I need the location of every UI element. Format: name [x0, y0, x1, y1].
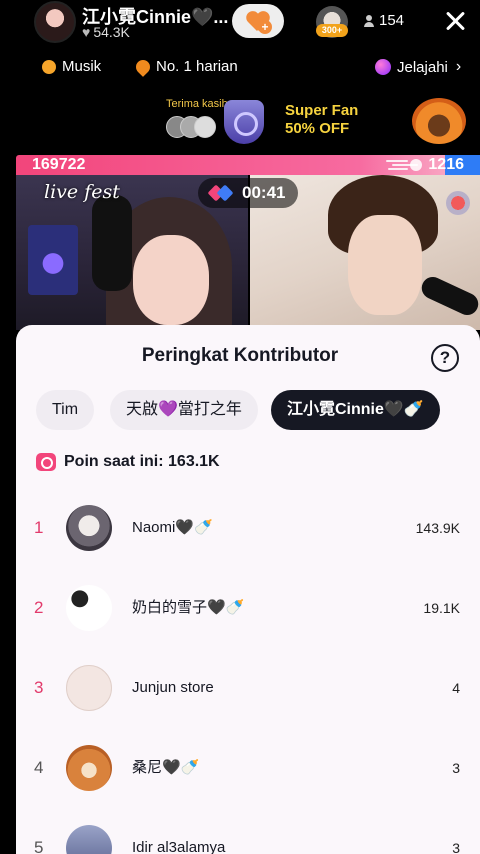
promo-subtitle: 50% OFF — [285, 120, 350, 137]
list-item[interactable]: 2 奶白的雪子🖤🍼 19.1K — [16, 585, 480, 645]
current-points: Poin saat ini: 163.1K — [36, 453, 220, 471]
contributor-score: 143.9K — [415, 520, 460, 536]
battle-icon — [210, 185, 234, 201]
help-icon[interactable]: ? — [431, 344, 459, 372]
tab-opponent[interactable]: 天啟💜當打之年 — [110, 390, 258, 430]
alarm-clock-icon — [36, 453, 56, 471]
rank-number: 2 — [34, 598, 44, 617]
avatar[interactable] — [66, 745, 112, 791]
promo-title: Super Fan — [285, 102, 359, 119]
live-fest-overlay: live fest — [44, 181, 120, 203]
host-likes: ♥ 54.3K — [82, 24, 130, 40]
category-chips: Musik No. 1 harian Jelajahi › — [0, 56, 480, 82]
contributor-score: 4 — [452, 680, 460, 696]
avatar[interactable] — [66, 825, 112, 854]
contributor-name[interactable]: Junjun store — [132, 665, 214, 711]
avatar[interactable] — [66, 665, 112, 711]
live-header: 江小霓Cinnie🖤... ♥ 54.3K + 300+ 154 — [0, 0, 480, 46]
promo-avatars — [166, 116, 216, 138]
avatar[interactable] — [66, 585, 112, 631]
rank-number: 5 — [34, 838, 44, 854]
list-item[interactable]: 1 Naomi🖤🍼 143.9K — [16, 505, 480, 565]
chip-music-label: Musik — [62, 58, 102, 75]
viewer-count-value: 154 — [379, 12, 405, 29]
person-icon — [364, 14, 374, 27]
microphone-image — [418, 273, 480, 319]
list-item[interactable]: 5 Idir al3alamya 3 — [16, 825, 480, 854]
planet-icon — [375, 59, 391, 75]
sheet-title: Peringkat Kontributor — [141, 345, 339, 366]
top-gifter-badge: 300+ — [316, 24, 348, 37]
host-face — [133, 235, 209, 325]
opponent-badge-icon[interactable] — [446, 191, 470, 215]
poster-image — [28, 225, 78, 295]
battle-timer-value: 00:41 — [242, 183, 286, 202]
chip-explore[interactable]: Jelajahi › — [375, 58, 461, 76]
tab-host[interactable]: 江小霓Cinnie🖤🍼 — [271, 390, 440, 430]
promo-thanks: Terima kasih — [166, 98, 228, 110]
contributor-tabs: Tim 天啟💜當打之年 江小霓Cinnie🖤🍼 — [16, 390, 480, 430]
viewer-count[interactable]: 154 — [364, 12, 404, 29]
opponent-face — [348, 215, 422, 315]
contributor-score: 3 — [452, 760, 460, 776]
rank-number: 3 — [34, 678, 44, 697]
music-icon — [42, 59, 56, 74]
rank-number: 1 — [34, 518, 44, 537]
spark-icon — [386, 158, 426, 172]
chip-explore-label: Jelajahi — [397, 58, 448, 76]
shield-icon — [224, 100, 264, 144]
chip-music[interactable]: Musik — [42, 58, 101, 75]
super-fan-badge-icon — [412, 98, 466, 144]
chip-daily-rank-label: No. 1 harian — [156, 58, 238, 75]
headset-image — [92, 195, 132, 291]
list-item[interactable]: 3 Junjun store 4 — [16, 665, 480, 725]
contributor-name[interactable]: 奶白的雪子🖤🍼 — [132, 585, 244, 631]
battle-video[interactable]: live fest 00:41 — [16, 175, 480, 330]
plus-icon: + — [258, 20, 272, 34]
contributor-sheet: Peringkat Kontributor ? Tim 天啟💜當打之年 江小霓C… — [16, 325, 480, 854]
left-score: 169722 — [32, 156, 86, 173]
tab-team[interactable]: Tim — [36, 390, 95, 430]
contributor-score: 19.1K — [423, 600, 460, 616]
current-points-label: Poin saat ini: 163.1K — [64, 453, 220, 470]
battle-timer: 00:41 — [198, 178, 298, 208]
rank-number: 4 — [34, 758, 44, 777]
contributor-name[interactable]: 桑尼🖤🍼 — [132, 745, 199, 791]
super-fan-banner[interactable]: Terima kasih Super Fan 50% OFF — [0, 96, 480, 146]
follow-button[interactable]: + — [232, 4, 284, 38]
host-likes-count: 54.3K — [93, 24, 130, 40]
chip-daily-rank[interactable]: No. 1 harian — [133, 56, 238, 77]
chevron-right-icon: › — [455, 58, 462, 75]
avatar[interactable] — [66, 505, 112, 551]
contributor-name[interactable]: Idir al3alamya — [132, 825, 225, 854]
right-score: 1216 — [428, 156, 464, 173]
contributor-score: 3 — [452, 840, 460, 854]
flame-icon — [133, 56, 153, 77]
close-button[interactable] — [440, 6, 470, 36]
host-avatar[interactable] — [34, 1, 76, 43]
contributor-name[interactable]: Naomi🖤🍼 — [132, 505, 213, 551]
battle-score-bar: 169722 1216 — [16, 155, 480, 175]
heart-icon: ♥ — [82, 24, 91, 40]
list-item[interactable]: 4 桑尼🖤🍼 3 — [16, 745, 480, 805]
avatar — [194, 116, 216, 138]
